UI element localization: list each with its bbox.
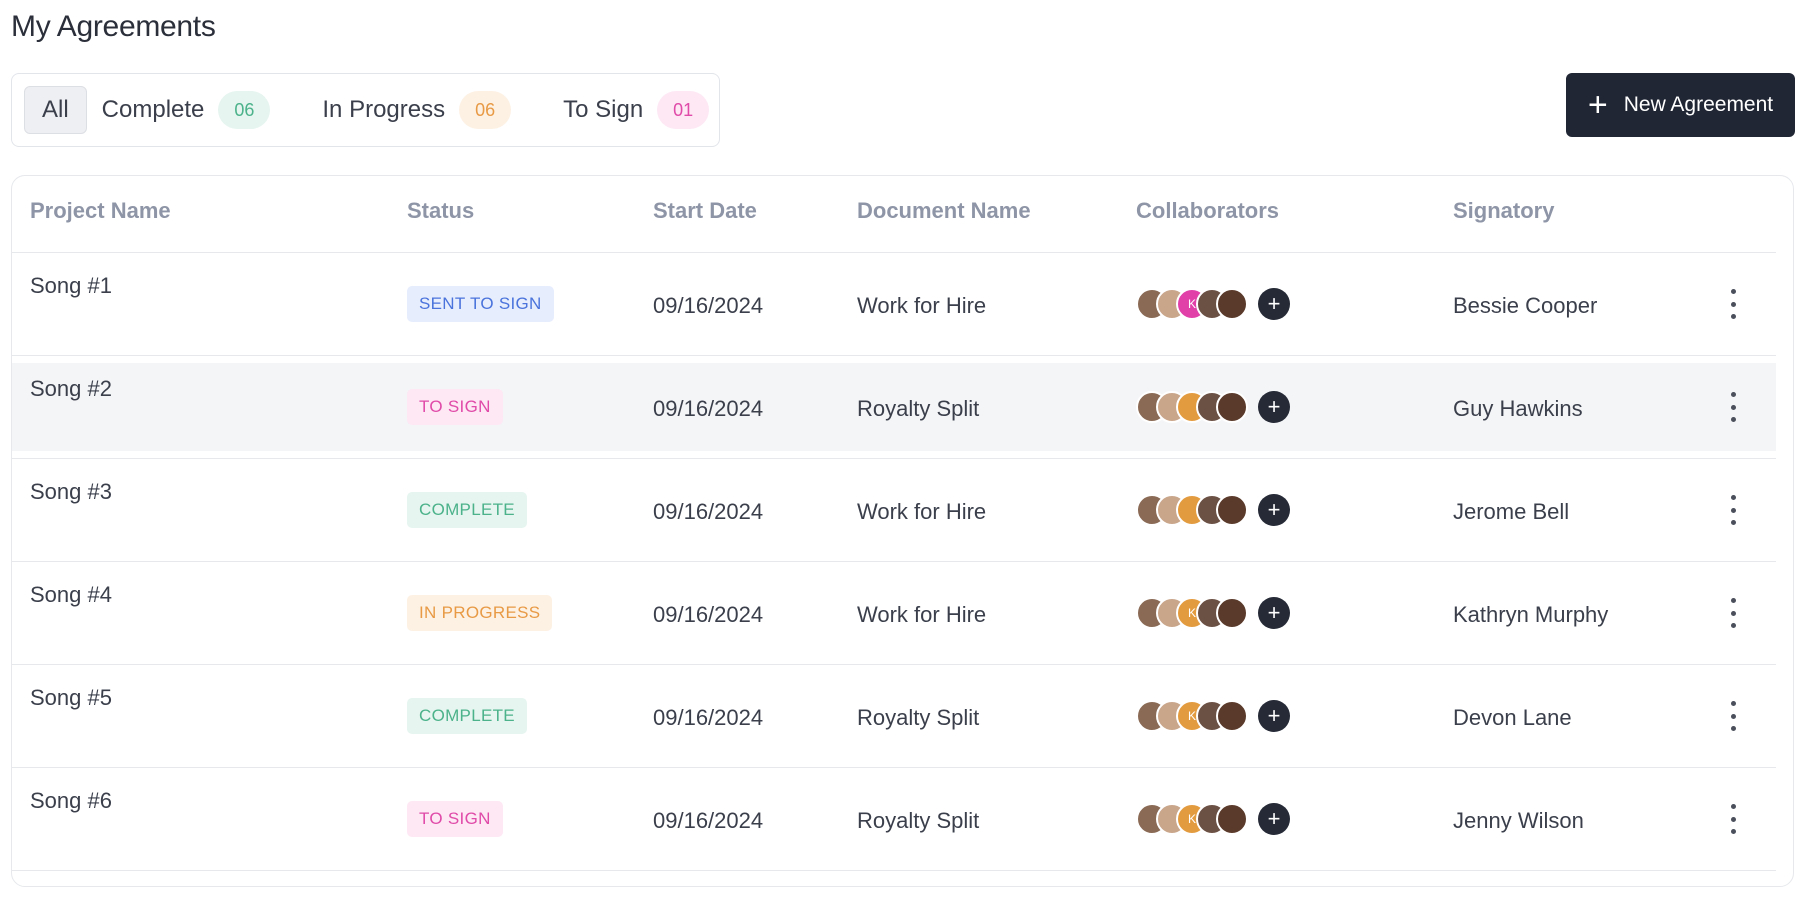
collaborators-group: + <box>1136 391 1290 423</box>
new-agreement-label: New Agreement <box>1623 93 1774 116</box>
start-date: 09/16/2024 <box>653 499 764 524</box>
collaborators-group: K + <box>1136 803 1290 835</box>
header-project-name[interactable]: Project Name <box>30 198 171 224</box>
avatar[interactable] <box>1216 803 1248 835</box>
avatar[interactable] <box>1216 494 1248 526</box>
tab-all-label: All <box>42 96 69 123</box>
project-name[interactable]: Song #1 <box>30 273 112 299</box>
tab-complete[interactable]: Complete 06 <box>102 86 271 134</box>
start-date: 09/16/2024 <box>653 808 764 833</box>
add-collaborator-plus-icon[interactable]: + <box>1258 391 1290 423</box>
project-name[interactable]: Song #4 <box>30 582 112 608</box>
in-progress-count-badge: 06 <box>459 91 512 129</box>
table-row[interactable]: Song #4 IN PROGRESS 09/16/2024 Work for Hir… <box>12 562 1776 665</box>
start-date: 09/16/2024 <box>653 705 764 730</box>
tab-in-progress-label: In Progress <box>322 96 446 123</box>
header-signatory[interactable]: Signatory <box>1453 198 1554 224</box>
add-collaborator-plus-icon[interactable]: + <box>1258 288 1290 320</box>
document-name[interactable]: Royalty Split <box>857 705 979 731</box>
more-vertical-icon[interactable] <box>1727 701 1739 731</box>
collaborators-group: K + <box>1136 700 1290 732</box>
plus-icon: + <box>1587 86 1608 124</box>
tab-to-sign[interactable]: To Sign 01 <box>563 86 710 134</box>
table-row[interactable]: Song #3 COMPLETE 09/16/2024 Work for Hire + J… <box>12 459 1776 562</box>
to-sign-count-badge: 01 <box>657 91 710 129</box>
more-vertical-icon[interactable] <box>1727 804 1739 834</box>
more-vertical-icon[interactable] <box>1727 289 1739 319</box>
tab-to-sign-label: To Sign <box>563 96 644 123</box>
document-name[interactable]: Work for Hire <box>857 499 986 525</box>
signatory-name: Jenny Wilson <box>1453 808 1584 833</box>
new-agreement-button[interactable]: + New Agreement <box>1566 73 1795 137</box>
more-vertical-icon[interactable] <box>1727 392 1739 422</box>
status-badge: SENT TO SIGN <box>407 286 554 322</box>
document-name[interactable]: Work for Hire <box>857 602 986 628</box>
signatory-name: Guy Hawkins <box>1453 396 1583 421</box>
header-collaborators[interactable]: Collaborators <box>1136 198 1279 224</box>
table-header: Project Name Status Start Date Document … <box>12 176 1776 253</box>
more-vertical-icon[interactable] <box>1727 598 1739 628</box>
table-row[interactable]: Song #5 COMPLETE 09/16/2024 Royalty Split K +… <box>12 665 1776 768</box>
avatar[interactable] <box>1216 700 1248 732</box>
table-row[interactable]: Song #1 SENT TO SIGN 09/16/2024 Work for Hi… <box>12 253 1776 356</box>
signatory-name: Kathryn Murphy <box>1453 602 1609 627</box>
project-name[interactable]: Song #5 <box>30 685 112 711</box>
signatory-name: Devon Lane <box>1453 705 1572 730</box>
avatar[interactable] <box>1216 597 1248 629</box>
more-vertical-icon[interactable] <box>1727 495 1739 525</box>
status-badge: TO SIGN <box>407 389 503 425</box>
signatory-name: Jerome Bell <box>1453 499 1570 524</box>
tab-all[interactable]: All <box>24 86 87 134</box>
status-badge: COMPLETE <box>407 698 527 734</box>
add-collaborator-plus-icon[interactable]: + <box>1258 700 1290 732</box>
header-start-date[interactable]: Start Date <box>653 198 757 224</box>
add-collaborator-plus-icon[interactable]: + <box>1258 803 1290 835</box>
avatar[interactable] <box>1216 391 1248 423</box>
document-name[interactable]: Royalty Split <box>857 808 979 834</box>
project-name[interactable]: Song #3 <box>30 479 112 505</box>
collaborators-group: K + <box>1136 597 1290 629</box>
tab-in-progress[interactable]: In Progress 06 <box>322 86 512 134</box>
start-date: 09/16/2024 <box>653 293 764 318</box>
agreements-table: Project Name Status Start Date Document … <box>11 175 1794 887</box>
status-filter-tabs: All Complete 06 In Progress 06 To Sign 0… <box>11 73 720 147</box>
document-name[interactable]: Royalty Split <box>857 396 979 422</box>
table-row[interactable]: Song #2 TO SIGN 09/16/2024 Royalty Split + Gu… <box>12 356 1776 459</box>
complete-count-badge: 06 <box>218 91 271 129</box>
page-title: My Agreements <box>11 10 216 43</box>
header-document-name[interactable]: Document Name <box>857 198 1031 224</box>
header-status[interactable]: Status <box>407 198 474 224</box>
table-row[interactable]: Song #6 TO SIGN 09/16/2024 Royalty Split K + J… <box>12 768 1776 871</box>
collaborators-group: + <box>1136 494 1290 526</box>
project-name[interactable]: Song #2 <box>30 376 112 402</box>
avatar[interactable] <box>1216 288 1248 320</box>
status-badge: COMPLETE <box>407 492 527 528</box>
add-collaborator-plus-icon[interactable]: + <box>1258 597 1290 629</box>
document-name[interactable]: Work for Hire <box>857 293 986 319</box>
status-badge: TO SIGN <box>407 801 503 837</box>
tab-complete-label: Complete <box>101 96 205 123</box>
start-date: 09/16/2024 <box>653 396 764 421</box>
signatory-name: Bessie Cooper <box>1453 293 1598 318</box>
status-badge: IN PROGRESS <box>407 595 553 631</box>
add-collaborator-plus-icon[interactable]: + <box>1258 494 1290 526</box>
start-date: 09/16/2024 <box>653 602 764 627</box>
project-name[interactable]: Song #6 <box>30 788 112 814</box>
collaborators-group: K + <box>1136 288 1290 320</box>
